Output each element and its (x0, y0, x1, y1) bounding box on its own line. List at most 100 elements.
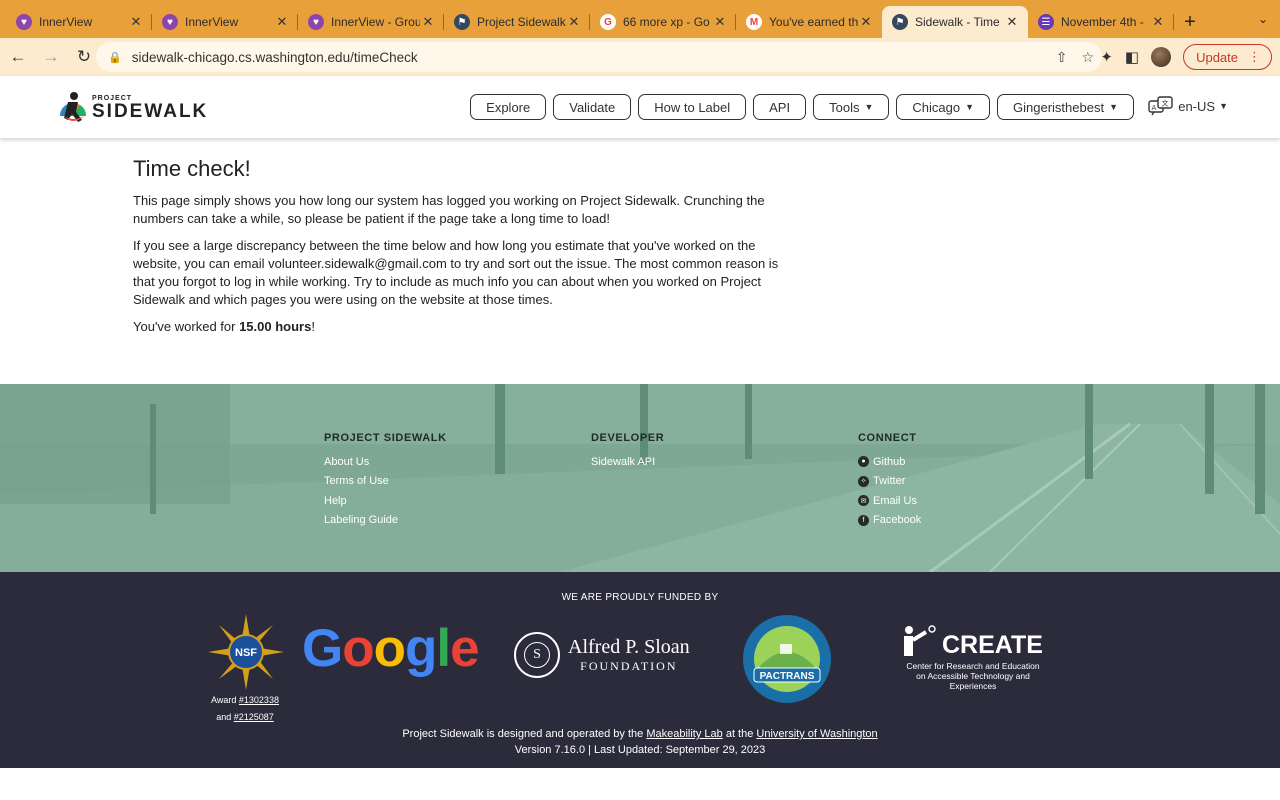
nav-how-to-label-button[interactable]: How to Label (638, 94, 747, 120)
facebook-icon: f (858, 514, 869, 526)
project-sidewalk-logo[interactable]: PROJECT SIDEWALK (56, 88, 208, 128)
tab-title: InnerView (39, 15, 93, 29)
nav-label: Chicago (912, 99, 961, 115)
award-link-2[interactable]: #2125087 (234, 712, 274, 722)
credits-prefix: Project Sidewalk is designed and operate… (402, 728, 647, 740)
address-bar[interactable]: 🔒 sidewalk-chicago.cs.washington.edu/tim… (96, 42, 1102, 72)
browser-tab[interactable]: ⚑ Sidewalk - Time ✕ (882, 6, 1028, 38)
tab-close-icon[interactable]: ✕ (274, 14, 290, 30)
google-logo[interactable]: Google (302, 619, 480, 678)
version-line: Version 7.16.0 | Last Updated: September… (514, 744, 766, 756)
tab-close-icon[interactable]: ✕ (1004, 14, 1020, 30)
nav-explore-button[interactable]: Explore (470, 94, 547, 120)
footer-link-facebook[interactable]: f Facebook (858, 511, 921, 531)
footer-link-email-us[interactable]: ✉ Email Us (858, 491, 921, 511)
nav-api-button[interactable]: API (753, 94, 807, 120)
back-button[interactable]: ← (3, 42, 33, 72)
language-label: en-US (1178, 98, 1216, 114)
profile-avatar[interactable] (1151, 47, 1172, 67)
footer-column-developer: DEVELOPER Sidewalk API (591, 432, 664, 472)
nav-tools-button[interactable]: Tools ▼ (813, 94, 890, 120)
caret-down-icon: ▼ (864, 102, 874, 112)
sloan-name: Alfred P. Sloan (568, 635, 690, 658)
nav-gingeristhebest-button[interactable]: Gingeristhebest ▼ (997, 94, 1134, 120)
footer-link-label: Labeling Guide (324, 514, 399, 527)
tab-close-icon[interactable]: ✕ (712, 14, 728, 30)
forward-button[interactable]: → (36, 42, 66, 72)
tab-close-icon[interactable]: ✕ (1150, 14, 1166, 30)
worked-prefix: You've worked for (133, 319, 240, 334)
browser-tab[interactable]: ☰ November 4th - ✕ (1028, 6, 1174, 38)
worked-hours-value: 15.00 hours (239, 319, 312, 334)
tab-favicon-icon: ☰ (1038, 14, 1054, 30)
language-selector[interactable]: A 文 en-US ▼ (1148, 96, 1228, 116)
share-icon[interactable]: ⇧ (1056, 49, 1068, 66)
tab-title: InnerView (185, 15, 239, 29)
nav-validate-button[interactable]: Validate (553, 94, 632, 120)
tab-close-icon[interactable]: ✕ (420, 14, 436, 30)
sloan-foundation-logo[interactable]: S Alfred P. Sloan FOUNDATION (514, 632, 690, 678)
reload-button[interactable]: ↻ (69, 42, 99, 72)
translate-icon: A 文 (1148, 96, 1173, 116)
nav-label: How to Label (654, 99, 731, 115)
svg-text:文: 文 (1162, 99, 1169, 108)
browser-tab[interactable]: G 66 more xp - Go ✕ (590, 6, 736, 38)
side-panel-icon[interactable]: ◧ (1125, 48, 1139, 66)
google-letter: g (404, 619, 437, 678)
nsf-logo[interactable]: NSF (208, 614, 284, 690)
nav-label: API (769, 99, 791, 115)
bookmark-star-icon[interactable]: ☆ (1081, 49, 1094, 66)
github-icon: ● (858, 456, 869, 468)
browser-tab[interactable]: ♥ InnerView ✕ (152, 6, 298, 38)
tab-close-icon[interactable]: ✕ (566, 14, 582, 30)
google-letter: e (450, 619, 480, 678)
footer-link-twitter[interactable]: ✧ Twitter (858, 472, 921, 492)
browser-tab-strip: ♥ InnerView ✕ ♥ InnerView ✕ ♥ InnerView - Grou ✕… (0, 0, 1280, 38)
pactrans-text: PACTRANS (760, 671, 815, 682)
makeability-lab-link[interactable]: Makeability Lab (646, 728, 722, 740)
tab-favicon-icon: ⚑ (892, 14, 908, 30)
google-letter: o (373, 619, 406, 678)
footer-link-github[interactable]: ● Github (858, 452, 921, 472)
create-word: CREATE (942, 631, 1043, 659)
footer-link-terms-of-use[interactable]: Terms of Use (324, 472, 447, 492)
create-description: Center for Research and Education on Acc… (906, 661, 1040, 691)
uw-link[interactable]: University of Washington (756, 728, 877, 740)
footer-link-sidewalk-api[interactable]: Sidewalk API (591, 452, 664, 472)
discrepancy-paragraph: If you see a large discrepancy between t… (133, 238, 779, 307)
footer-column-heading: PROJECT SIDEWALK (324, 432, 447, 444)
site-nav: Explore Validate How to Label API Tools ▼ Chic… (470, 94, 1134, 120)
new-tab-button[interactable]: + (1174, 6, 1206, 38)
google-letter: o (342, 619, 374, 678)
browser-tab[interactable]: ♥ InnerView ✕ (6, 6, 152, 38)
intro-paragraph: This page simply shows you how long our … (133, 193, 765, 226)
footer-link-about-us[interactable]: About Us (324, 452, 447, 472)
caret-down-icon: ▼ (965, 102, 975, 112)
tab-favicon-icon: ♥ (16, 14, 32, 30)
nav-label: Validate (569, 99, 616, 115)
footer-link-label: Sidewalk API (591, 455, 656, 468)
update-button[interactable]: Update ⋮ (1183, 44, 1272, 70)
browser-tab[interactable]: ⚑ Project Sidewalk ✕ (444, 6, 590, 38)
site-footer: PROJECT SIDEWALK About Us Terms of Use Help… (0, 384, 1280, 572)
footer-column-connect: CONNECT ● Github ✧ Twitter ✉ Email Us f Facebook (858, 432, 921, 530)
nav-label: Gingeristhebest (1013, 99, 1105, 115)
worked-time-line: You've worked for 15.00 hours! (133, 318, 793, 336)
award-link-1[interactable]: #1302338 (239, 695, 279, 705)
footer-link-label: Email Us (873, 494, 918, 507)
tab-title: You've earned th (769, 15, 858, 29)
browser-tab[interactable]: ♥ InnerView - Grou ✕ (298, 6, 444, 38)
tab-close-icon[interactable]: ✕ (128, 14, 144, 30)
pactrans-logo[interactable]: PACTRANS (742, 614, 832, 704)
award-numbers: Award #1302338 and #2125087 (200, 692, 290, 726)
worked-suffix: ! (311, 319, 315, 334)
browser-tab[interactable]: M You've earned th ✕ (736, 6, 882, 38)
tab-favicon-icon: M (746, 14, 762, 30)
tab-search-chevron-icon[interactable]: ⌄ (1258, 12, 1268, 26)
create-logo[interactable]: CREATE Center for Research and Education… (902, 624, 1052, 691)
tab-close-icon[interactable]: ✕ (858, 14, 874, 30)
extensions-puzzle-icon[interactable]: ✦ (1100, 48, 1113, 66)
footer-link-labeling-guide[interactable]: Labeling Guide (324, 511, 447, 531)
footer-link-help[interactable]: Help (324, 491, 447, 511)
nav-chicago-button[interactable]: Chicago ▼ (896, 94, 991, 120)
